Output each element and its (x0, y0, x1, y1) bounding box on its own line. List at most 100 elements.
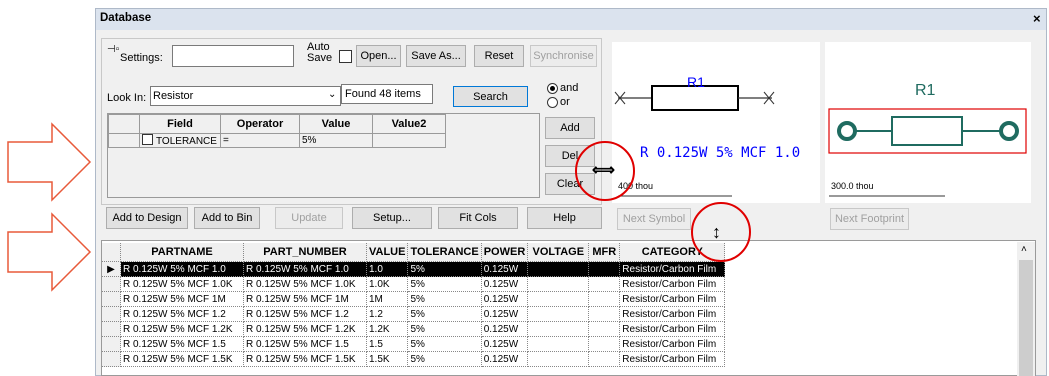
table-row[interactable]: R 0.125W 5% MCF 1.2 R 0.125W 5% MCF 1.2 1.… (102, 306, 726, 322)
update-button[interactable]: Update (275, 207, 343, 229)
query-value2[interactable] (372, 133, 446, 148)
or-radio[interactable] (547, 97, 558, 108)
table-cell[interactable]: Resistor/Carbon Film (619, 291, 726, 307)
table-cell[interactable]: R 0.125W 5% MCF 1.0K (120, 276, 244, 292)
col-mfr[interactable]: MFR (588, 243, 621, 262)
table-cell[interactable]: R 0.125W 5% MCF 1.5K (243, 351, 367, 367)
table-cell[interactable]: 1M (366, 291, 409, 307)
table-cell[interactable] (527, 261, 590, 277)
search-button[interactable]: Search (453, 86, 528, 107)
table-cell[interactable]: 0.125W (481, 351, 529, 367)
query-row-checkbox[interactable] (142, 134, 153, 145)
table-cell[interactable]: R 0.125W 5% MCF 1.5K (120, 351, 244, 367)
table-cell[interactable]: 5% (407, 261, 482, 277)
query-row[interactable]: TOLERANCE = 5% (108, 133, 446, 148)
scroll-up-icon[interactable]: ˄ (1021, 244, 1027, 255)
close-button[interactable]: × (1033, 11, 1041, 26)
table-cell[interactable]: 0.125W (481, 336, 529, 352)
table-cell[interactable]: 1.5K (366, 351, 409, 367)
table-cell[interactable]: R 0.125W 5% MCF 1M (120, 291, 244, 307)
table-cell[interactable] (527, 306, 590, 322)
table-row[interactable]: R 0.125W 5% MCF 1.2K R 0.125W 5% MCF 1.2K… (102, 321, 726, 337)
reset-button[interactable]: Reset (474, 45, 524, 67)
table-row[interactable]: R 0.125W 5% MCF 1.0K R 0.125W 5% MCF 1.0K… (102, 276, 726, 292)
table-cell[interactable]: R 0.125W 5% MCF 1.0 (120, 261, 244, 277)
table-cell[interactable]: R 0.125W 5% MCF 1.2K (120, 321, 244, 337)
table-cell[interactable]: Resistor/Carbon Film (619, 261, 726, 277)
table-cell[interactable]: 0.125W (481, 261, 529, 277)
table-cell[interactable] (588, 276, 621, 292)
table-cell[interactable]: R 0.125W 5% MCF 1.0 (243, 261, 367, 277)
row-pointer-icon[interactable]: ▶ (102, 261, 121, 277)
row-header[interactable] (102, 276, 121, 292)
table-cell[interactable] (588, 351, 621, 367)
table-cell[interactable] (588, 321, 621, 337)
add-button[interactable]: Add (545, 117, 595, 139)
look-in-select[interactable]: Resistor ⌄ (150, 86, 341, 106)
table-cell[interactable]: 1.2K (366, 321, 409, 337)
table-cell[interactable] (588, 336, 621, 352)
table-cell[interactable]: Resistor/Carbon Film (619, 321, 726, 337)
table-cell[interactable]: 5% (407, 291, 482, 307)
table-cell[interactable] (527, 291, 590, 307)
table-cell[interactable]: R 0.125W 5% MCF 1.5 (243, 336, 367, 352)
auto-save-checkbox[interactable] (339, 50, 352, 63)
row-header[interactable] (102, 336, 121, 352)
clear-button[interactable]: Clear (545, 173, 595, 195)
table-cell[interactable]: 0.125W (481, 321, 529, 337)
table-cell[interactable]: R 0.125W 5% MCF 1.0K (243, 276, 367, 292)
table-cell[interactable] (588, 306, 621, 322)
next-footprint-button[interactable]: Next Footprint (830, 208, 909, 230)
table-cell[interactable]: 1.5 (366, 336, 409, 352)
table-cell[interactable]: 1.0 (366, 261, 409, 277)
query-value[interactable]: 5% (299, 133, 373, 148)
table-row[interactable]: ▶ R 0.125W 5% MCF 1.0 R 0.125W 5% MCF 1.0 1… (102, 261, 726, 277)
table-cell[interactable]: 5% (407, 306, 482, 322)
and-radio[interactable] (547, 83, 558, 94)
next-symbol-button[interactable]: Next Symbol (617, 208, 691, 230)
table-row[interactable]: R 0.125W 5% MCF 1.5K R 0.125W 5% MCF 1.5K… (102, 351, 726, 367)
table-cell[interactable]: R 0.125W 5% MCF 1.2 (120, 306, 244, 322)
table-cell[interactable]: 5% (407, 336, 482, 352)
scrollbar-thumb[interactable] (1019, 260, 1033, 376)
save-as-button[interactable]: Save As... (406, 45, 466, 67)
open-button[interactable]: Open... (356, 45, 401, 67)
del-button[interactable]: Del (545, 145, 595, 167)
add-to-bin-button[interactable]: Add to Bin (194, 207, 260, 229)
table-cell[interactable]: R 0.125W 5% MCF 1.5 (120, 336, 244, 352)
col-partname[interactable]: PARTNAME (120, 243, 244, 262)
table-cell[interactable]: Resistor/Carbon Film (619, 351, 726, 367)
row-header[interactable] (102, 351, 121, 367)
table-cell[interactable]: R 0.125W 5% MCF 1.2 (243, 306, 367, 322)
table-cell[interactable]: Resistor/Carbon Film (619, 306, 726, 322)
fit-cols-button[interactable]: Fit Cols (438, 207, 518, 229)
table-cell[interactable] (527, 321, 590, 337)
query-operator[interactable]: = (220, 133, 300, 148)
setup-button[interactable]: Setup... (352, 207, 432, 229)
table-cell[interactable]: Resistor/Carbon Film (619, 276, 726, 292)
col-power[interactable]: POWER (481, 243, 529, 262)
col-part-number[interactable]: PART_NUMBER (243, 243, 367, 262)
table-cell[interactable]: 5% (407, 276, 482, 292)
table-cell[interactable]: 5% (407, 321, 482, 337)
col-value[interactable]: VALUE (366, 243, 409, 262)
table-row[interactable]: R 0.125W 5% MCF 1.5 R 0.125W 5% MCF 1.5 1.… (102, 336, 726, 352)
table-cell[interactable] (527, 351, 590, 367)
col-category[interactable]: CATEGORY (619, 243, 726, 262)
table-cell[interactable]: 5% (407, 351, 482, 367)
table-cell[interactable]: R 0.125W 5% MCF 1M (243, 291, 367, 307)
table-cell[interactable] (527, 336, 590, 352)
row-header[interactable] (102, 306, 121, 322)
table-cell[interactable]: 1.0K (366, 276, 409, 292)
table-cell[interactable]: 0.125W (481, 276, 529, 292)
col-tolerance[interactable]: TOLERANCE (407, 243, 482, 262)
table-cell[interactable]: Resistor/Carbon Film (619, 336, 726, 352)
table-cell[interactable]: 0.125W (481, 291, 529, 307)
table-cell[interactable]: 1.2 (366, 306, 409, 322)
table-cell[interactable] (588, 261, 621, 277)
table-cell[interactable] (588, 291, 621, 307)
table-cell[interactable] (527, 276, 590, 292)
settings-field[interactable] (172, 45, 294, 67)
table-cell[interactable]: R 0.125W 5% MCF 1.2K (243, 321, 367, 337)
row-header[interactable] (102, 321, 121, 337)
